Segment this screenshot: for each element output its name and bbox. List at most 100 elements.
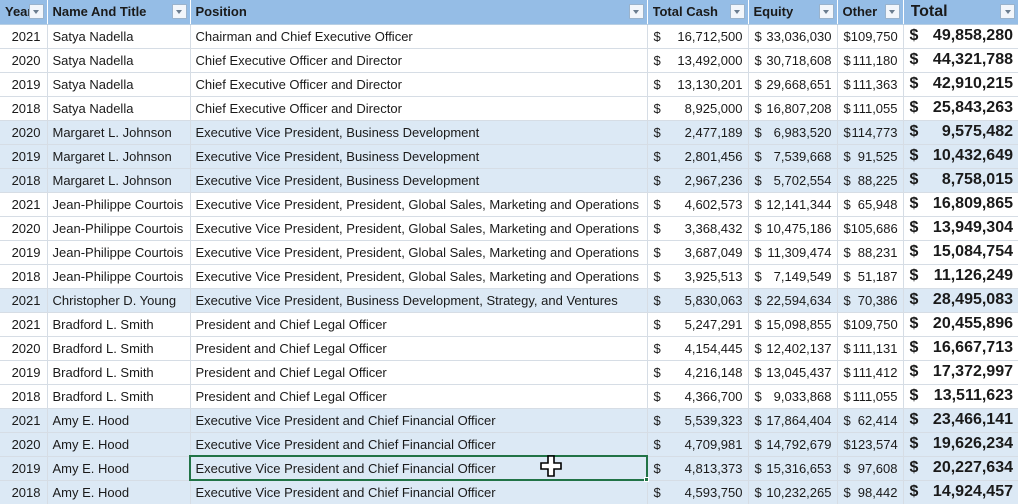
cell-other[interactable]: $70,386	[837, 288, 904, 313]
cell-other[interactable]: $109,750	[837, 312, 904, 337]
cell-year[interactable]: 2021	[0, 24, 48, 49]
cell-name-and-title[interactable]: Jean-Philippe Courtois	[47, 264, 191, 289]
cell-year[interactable]: 2019	[0, 240, 48, 265]
cell-other[interactable]: $111,180	[837, 48, 904, 73]
table-row[interactable]: 2021 Satya Nadella Chairman and Chief Exec…	[0, 24, 1018, 49]
cell-position[interactable]: Chief Executive Officer and Director	[190, 72, 648, 97]
cell-total-cash[interactable]: $5,247,291	[647, 312, 749, 337]
cell-total-cash[interactable]: $3,925,513	[647, 264, 749, 289]
cell-year[interactable]: 2020	[0, 336, 48, 361]
cell-position[interactable]: Executive Vice President, President, Glo…	[190, 240, 648, 265]
filter-dropdown-button-equity[interactable]	[818, 4, 834, 20]
cell-year[interactable]: 2021	[0, 408, 48, 433]
cell-equity[interactable]: $10,475,186	[748, 216, 838, 241]
cell-other[interactable]: $91,525	[837, 144, 904, 169]
cell-equity[interactable]: $11,309,474	[748, 240, 838, 265]
cell-total[interactable]: $44,321,788	[903, 48, 1018, 73]
cell-year[interactable]: 2020	[0, 120, 48, 145]
table-row[interactable]: 2019 Jean-Philippe Courtois Executive Vice…	[0, 240, 1018, 265]
cell-year[interactable]: 2018	[0, 384, 48, 409]
cell-year[interactable]: 2018	[0, 96, 48, 121]
cell-name-and-title[interactable]: Amy E. Hood	[47, 480, 191, 504]
cell-equity[interactable]: $9,033,868	[748, 384, 838, 409]
cell-other[interactable]: $123,574	[837, 432, 904, 457]
cell-position[interactable]: Executive Vice President and Chief Finan…	[190, 432, 648, 457]
cell-year[interactable]: 2020	[0, 48, 48, 73]
cell-other[interactable]: $51,187	[837, 264, 904, 289]
cell-equity[interactable]: $30,718,608	[748, 48, 838, 73]
cell-total-cash[interactable]: $4,593,750	[647, 480, 749, 504]
table-row[interactable]: 2019 Bradford L. Smith President and Chief…	[0, 360, 1018, 385]
cell-name-and-title[interactable]: Amy E. Hood	[47, 456, 191, 481]
table-row[interactable]: 2020 Satya Nadella Chief Executive Officer…	[0, 48, 1018, 73]
cell-total[interactable]: $9,575,482	[903, 120, 1018, 145]
cell-total[interactable]: $19,626,234	[903, 432, 1018, 457]
cell-equity[interactable]: $6,983,520	[748, 120, 838, 145]
cell-total[interactable]: $13,511,623	[903, 384, 1018, 409]
cell-year[interactable]: 2021	[0, 288, 48, 313]
table-row[interactable]: 2021 Christopher D. Young Executive Vice P…	[0, 288, 1018, 313]
cell-other[interactable]: $111,131	[837, 336, 904, 361]
cell-name-and-title[interactable]: Margaret L. Johnson	[47, 120, 191, 145]
cell-position[interactable]: Executive Vice President, Business Devel…	[190, 168, 648, 193]
table-row[interactable]: 2020 Margaret L. Johnson Executive Vice Pr…	[0, 120, 1018, 145]
cell-position[interactable]: President and Chief Legal Officer	[190, 336, 648, 361]
cell-other[interactable]: $111,363	[837, 72, 904, 97]
cell-total-cash[interactable]: $5,830,063	[647, 288, 749, 313]
cell-year[interactable]: 2019	[0, 456, 48, 481]
filter-dropdown-button-pos[interactable]	[628, 4, 644, 20]
cell-total-cash[interactable]: $2,801,456	[647, 144, 749, 169]
table-row[interactable]: 2020 Amy E. Hood Executive Vice President …	[0, 432, 1018, 457]
cell-year[interactable]: 2018	[0, 168, 48, 193]
cell-other[interactable]: $98,442	[837, 480, 904, 504]
cell-total[interactable]: $15,084,754	[903, 240, 1018, 265]
cell-total-cash[interactable]: $4,154,445	[647, 336, 749, 361]
cell-total[interactable]: $17,372,997	[903, 360, 1018, 385]
cell-total[interactable]: $28,495,083	[903, 288, 1018, 313]
cell-name-and-title[interactable]: Amy E. Hood	[47, 408, 191, 433]
table-row[interactable]: 2021 Jean-Philippe Courtois Executive Vice…	[0, 192, 1018, 217]
table-row[interactable]: 2019 Margaret L. Johnson Executive Vice Pr…	[0, 144, 1018, 169]
cell-name-and-title[interactable]: Margaret L. Johnson	[47, 144, 191, 169]
cell-name-and-title[interactable]: Bradford L. Smith	[47, 336, 191, 361]
cell-position[interactable]: Executive Vice President, President, Glo…	[190, 216, 648, 241]
cell-total-cash[interactable]: $4,366,700	[647, 384, 749, 409]
cell-total-cash[interactable]: $4,813,373	[647, 456, 749, 481]
cell-position[interactable]: Executive Vice President, Business Devel…	[190, 120, 648, 145]
cell-position[interactable]: Executive Vice President and Chief Finan…	[190, 480, 648, 504]
cell-other[interactable]: $88,225	[837, 168, 904, 193]
cell-other[interactable]: $105,686	[837, 216, 904, 241]
cell-total-cash[interactable]: $13,492,000	[647, 48, 749, 73]
cell-position[interactable]: Chief Executive Officer and Director	[190, 48, 648, 73]
cell-total[interactable]: $13,949,304	[903, 216, 1018, 241]
cell-total[interactable]: $14,924,457	[903, 480, 1018, 504]
cell-name-and-title[interactable]: Amy E. Hood	[47, 432, 191, 457]
filter-dropdown-button-total[interactable]	[1000, 4, 1015, 20]
cell-year[interactable]: 2019	[0, 144, 48, 169]
cell-position[interactable]: Executive Vice President and Chief Finan…	[190, 456, 648, 481]
cell-other[interactable]: $111,055	[837, 384, 904, 409]
cell-total-cash[interactable]: $13,130,201	[647, 72, 749, 97]
cell-year[interactable]: 2019	[0, 360, 48, 385]
cell-position[interactable]: Executive Vice President, Business Devel…	[190, 288, 648, 313]
cell-year[interactable]: 2018	[0, 264, 48, 289]
cell-position[interactable]: Executive Vice President, President, Glo…	[190, 192, 648, 217]
cell-name-and-title[interactable]: Bradford L. Smith	[47, 312, 191, 337]
cell-equity[interactable]: $7,539,668	[748, 144, 838, 169]
cell-other[interactable]: $109,750	[837, 24, 904, 49]
filter-dropdown-button-year[interactable]	[28, 4, 44, 20]
cell-total-cash[interactable]: $2,967,236	[647, 168, 749, 193]
cell-equity[interactable]: $22,594,634	[748, 288, 838, 313]
cell-total[interactable]: $49,858,280	[903, 24, 1018, 49]
cell-total[interactable]: $20,455,896	[903, 312, 1018, 337]
cell-total-cash[interactable]: $5,539,323	[647, 408, 749, 433]
cell-equity[interactable]: $16,807,208	[748, 96, 838, 121]
cell-position[interactable]: President and Chief Legal Officer	[190, 360, 648, 385]
table-row[interactable]: 2018 Satya Nadella Chief Executive Officer…	[0, 96, 1018, 121]
cell-total[interactable]: $8,758,015	[903, 168, 1018, 193]
cell-year[interactable]: 2018	[0, 480, 48, 504]
cell-other[interactable]: $88,231	[837, 240, 904, 265]
cell-equity[interactable]: $10,232,265	[748, 480, 838, 504]
cell-name-and-title[interactable]: Jean-Philippe Courtois	[47, 192, 191, 217]
cell-total[interactable]: $11,126,249	[903, 264, 1018, 289]
